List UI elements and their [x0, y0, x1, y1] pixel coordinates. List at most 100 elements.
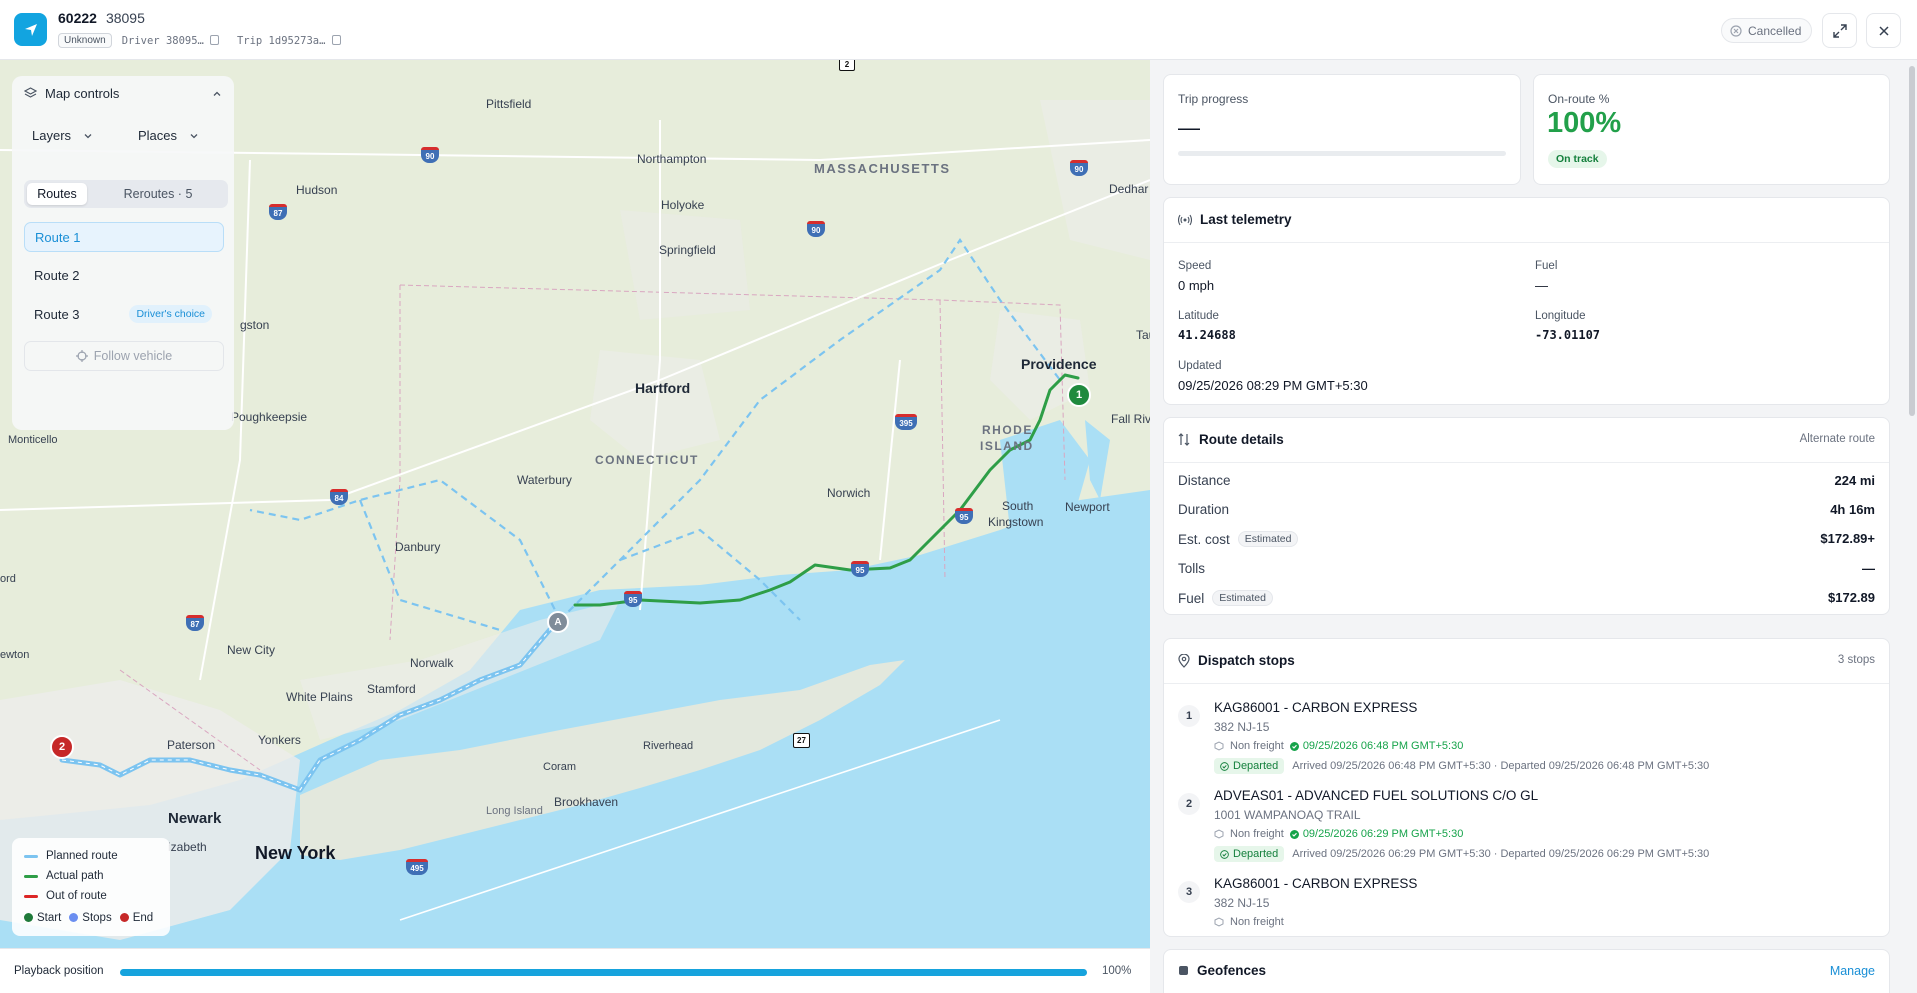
playback-slider[interactable]: [120, 969, 1087, 976]
trip-details-panel: Trip progress — On-route % 100% On track…: [1150, 60, 1917, 993]
list-item[interactable]: 1 KAG86001 - CARBON EXPRESS 382 NJ-15 No…: [1178, 700, 1898, 775]
stop-time: 09/25/2026 06:29 PM GMT+5:30: [1289, 828, 1463, 840]
stop-name: KAG86001 - CARBON EXPRESS: [1214, 700, 1418, 715]
est-cost-label: Est. cost Estimated: [1178, 531, 1299, 547]
driver-ref: Driver 38095…: [122, 34, 219, 47]
alternate-route-label: Alternate route: [1799, 433, 1875, 445]
route-details-card: Route details Alternate route Distance 2…: [1163, 417, 1890, 615]
state-border: [399, 284, 1066, 481]
places-dropdown[interactable]: Places: [138, 128, 199, 143]
departed-badge: Departed: [1214, 758, 1285, 774]
stop-address: 382 NJ-15: [1214, 896, 1270, 910]
place-label: izabeth: [168, 840, 207, 854]
place-label: Coram: [543, 761, 577, 773]
list-item[interactable]: 3 KAG86001 - CARBON EXPRESS 382 NJ-15 No…: [1178, 876, 1898, 931]
place-label: White Plains: [286, 690, 353, 704]
place-label: Providence: [1021, 356, 1097, 372]
distance-value: 224 mi: [1834, 473, 1875, 488]
copy-icon[interactable]: [331, 34, 341, 45]
map-legend: Planned route Actual path Out of route S…: [12, 838, 170, 936]
close-icon: [1878, 25, 1889, 36]
check-circle-icon: [1220, 849, 1229, 859]
copy-icon[interactable]: [209, 34, 219, 45]
state-border: [939, 299, 946, 581]
follow-vehicle-button[interactable]: Follow vehicle: [24, 341, 224, 371]
place-label: Stamford: [367, 682, 416, 696]
map-pin-icon: [1178, 653, 1190, 668]
chevron-up-icon: [213, 91, 221, 96]
estimated-badge: Estimated: [1212, 590, 1273, 606]
layers-dropdown[interactable]: Layers: [32, 128, 93, 143]
place-label: Holyoke: [661, 198, 705, 212]
interstate-shield: 90: [421, 147, 439, 163]
place-label: Long Island: [486, 805, 543, 817]
stop-name: KAG86001 - CARBON EXPRESS: [1214, 876, 1418, 891]
place-label: Fall Riv: [1111, 412, 1150, 426]
departed-badge: Departed: [1214, 846, 1285, 862]
divider: [1164, 683, 1889, 684]
end-marker[interactable]: 2: [50, 735, 74, 759]
legend-actual: Actual path: [24, 866, 158, 886]
stop-address: 1001 WAMPANOAQ TRAIL: [1214, 808, 1361, 822]
tab-reroutes[interactable]: Reroutes · 5: [92, 183, 224, 205]
playback-fill: [120, 969, 1087, 976]
interstate-shield: 87: [186, 615, 204, 631]
manage-link[interactable]: Manage: [1830, 964, 1875, 978]
chevron-down-icon: [84, 133, 92, 138]
place-label: Poughkeepsie: [231, 410, 308, 424]
status-badge: Unknown: [58, 33, 112, 48]
place-label: Norwich: [827, 486, 871, 500]
place-label: Brookhaven: [554, 795, 619, 809]
navigation-arrow-icon: [14, 13, 47, 46]
expand-button[interactable]: [1822, 13, 1857, 48]
telemetry-card: Last telemetry Speed 0 mph Fuel — Latitu…: [1163, 197, 1890, 405]
map-controls-header[interactable]: Map controls: [24, 86, 222, 101]
start-marker[interactable]: 1: [1067, 383, 1091, 407]
stop-address: 382 NJ-15: [1214, 720, 1270, 734]
signal-icon: [1178, 214, 1192, 225]
interstate-shield: 95: [851, 561, 869, 577]
interstate-shield: 395: [895, 414, 917, 430]
est-cost-value: $172.89+: [1820, 531, 1875, 546]
stop-number: 2: [1178, 793, 1200, 815]
place-label: Monticello: [8, 434, 58, 446]
stop-number: 3: [1178, 881, 1200, 903]
close-button[interactable]: [1866, 13, 1901, 48]
trip-ref: Trip 1d95273a…: [237, 34, 341, 47]
expand-icon: [1832, 23, 1847, 38]
legend-swatch: [24, 854, 38, 858]
trip-progress-bar: [1178, 151, 1506, 156]
playback-bar: Playback position 100%: [0, 948, 1150, 993]
legend-swatch: [24, 894, 38, 898]
vehicle-marker[interactable]: A: [547, 611, 569, 633]
panel-scrollbar[interactable]: [1909, 66, 1915, 416]
dispatch-stops-card: Dispatch stops 3 stops 1 KAG86001 - CARB…: [1163, 638, 1890, 937]
divider: [1164, 462, 1889, 463]
route-item-1[interactable]: Route 1: [24, 222, 224, 252]
layers-icon: [24, 87, 37, 98]
latitude-label: Latitude: [1178, 310, 1219, 322]
place-label: Newport: [1065, 500, 1110, 514]
state-label: CONNECTICUT: [595, 453, 699, 467]
state-label: MASSACHUSETTS: [814, 161, 951, 176]
map-canvas[interactable]: 90 90 90 87 87 84 395 95 95 95 495 27 2 …: [0, 60, 1150, 948]
place-label: Norwalk: [410, 656, 454, 670]
tab-routes[interactable]: Routes: [27, 183, 87, 205]
list-item[interactable]: 2 ADVEAS01 - ADVANCED FUEL SOLUTIONS C/O…: [1178, 788, 1898, 863]
route-item-2[interactable]: Route 2: [24, 260, 224, 290]
planned-route-dashed: [358, 499, 501, 632]
place-label: Springfield: [659, 243, 716, 257]
stop-freight: Non freight: [1214, 916, 1284, 928]
legend-out-of-route: Out of route: [24, 886, 158, 906]
route-icon: [1178, 433, 1190, 446]
place-label: Dedhar: [1109, 182, 1149, 196]
playback-value: 100%: [1102, 965, 1132, 977]
fuel-value: —: [1535, 278, 1548, 293]
legend-markers: Start Stops End: [24, 912, 158, 924]
place-label: Riverhead: [643, 740, 694, 752]
interstate-shield: 90: [807, 221, 825, 237]
stop-time: 09/25/2026 06:48 PM GMT+5:30: [1289, 740, 1463, 752]
check-circle-icon: [1289, 829, 1299, 839]
duration-label: Duration: [1178, 502, 1230, 517]
route-item-3[interactable]: Route 3 Driver's choice: [24, 299, 224, 329]
